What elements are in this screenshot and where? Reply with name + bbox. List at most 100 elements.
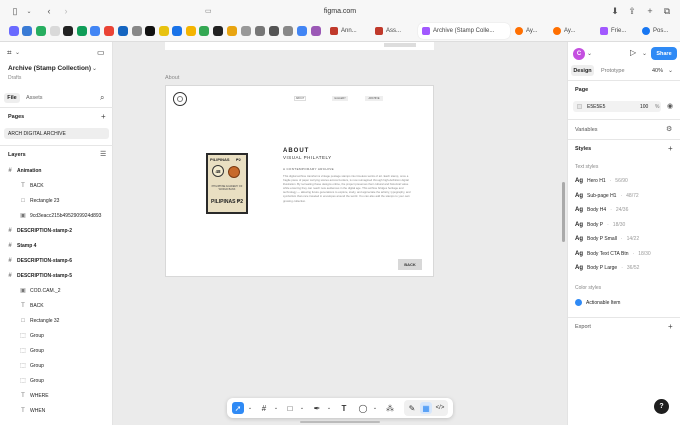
share-button[interactable]: Share: [651, 47, 677, 60]
about-frame[interactable]: ABOUT GALLERY ARCHIVE PILIPINAS ₱2 48 PH…: [165, 85, 434, 277]
layer-item[interactable]: # DESCRIPTION-stamp-2: [7, 225, 72, 237]
canvas[interactable]: About ABOUT GALLERY ARCHIVE PILIPINAS ₱2…: [113, 42, 567, 425]
tab-frie[interactable]: Frie...: [600, 23, 634, 39]
move-tool-icon[interactable]: ➚: [232, 402, 244, 414]
layer-item[interactable]: T WHEN: [20, 405, 45, 417]
page-settings-icon[interactable]: ▭: [205, 7, 212, 15]
forward-icon[interactable]: ›: [59, 4, 73, 18]
chevron-down-icon[interactable]: ⌄: [668, 67, 673, 74]
text-style-item[interactable]: Ag Body P · 18/30: [575, 222, 625, 228]
pinned-tab-icon[interactable]: [255, 26, 265, 36]
chevron-down-icon[interactable]: ⌄: [15, 49, 20, 56]
pen-tool-icon[interactable]: ✒: [311, 402, 323, 414]
nav-gallery[interactable]: GALLERY: [332, 96, 348, 101]
layer-item[interactable]: ▣ COD.CAM._2: [20, 285, 60, 297]
add-export-icon[interactable]: +: [668, 322, 673, 331]
layer-item[interactable]: T BACK: [20, 180, 43, 192]
sidebar-toggle-icon[interactable]: ▯: [8, 4, 22, 18]
pinned-tab-icon[interactable]: [63, 26, 73, 36]
pinned-tab-icon[interactable]: [132, 26, 142, 36]
chevron-down-icon[interactable]: ⌄: [369, 402, 381, 414]
page-item-selected[interactable]: ARCH DIGITAL ARCHIVE: [4, 128, 109, 139]
tab-ay-1[interactable]: Ay...: [515, 23, 547, 39]
pinned-tab-icon[interactable]: [50, 26, 60, 36]
color-swatch[interactable]: [577, 104, 582, 109]
file-title[interactable]: Archive (Stamp Collection): [8, 65, 91, 72]
canvas-scrollbar[interactable]: [562, 182, 565, 242]
frame-tool-icon[interactable]: #: [258, 402, 270, 414]
pinned-tab-icon[interactable]: [104, 26, 114, 36]
layer-item[interactable]: □ Rectangle 23: [20, 195, 59, 207]
layer-item[interactable]: T BACK: [20, 300, 43, 312]
tab-file[interactable]: File: [4, 93, 20, 103]
chevron-down-icon[interactable]: ⌄: [323, 402, 335, 414]
chevron-down-icon[interactable]: ⌄: [642, 50, 647, 57]
nav-archive[interactable]: ARCHIVE: [365, 96, 383, 101]
layers-options-icon[interactable]: ☰: [100, 150, 106, 158]
variables-settings-icon[interactable]: ⚙: [666, 125, 672, 133]
pinned-tab-icon[interactable]: [36, 26, 46, 36]
eye-icon[interactable]: ◉: [667, 102, 673, 110]
actions-tool-icon[interactable]: ⁂: [384, 402, 396, 414]
text-style-item[interactable]: Ag Sub-page H1 · 48/72: [575, 193, 639, 199]
address-bar[interactable]: ▭ figma.com: [205, 5, 475, 17]
search-icon[interactable]: ⌕: [100, 93, 104, 103]
add-page-icon[interactable]: +: [101, 112, 106, 121]
dev-mode-icon[interactable]: </>: [434, 402, 446, 414]
tab-ass[interactable]: Ass...: [375, 23, 415, 39]
layer-item[interactable]: # DESCRIPTION-stamp-6: [7, 255, 72, 267]
pinned-tab-icon[interactable]: [241, 26, 251, 36]
pinned-tab-icon[interactable]: [159, 26, 169, 36]
chevron-down-icon[interactable]: ⌄: [587, 50, 592, 57]
pinned-tab-icon[interactable]: [9, 26, 19, 36]
text-style-item[interactable]: Ag Body H4 · 24/36: [575, 207, 628, 213]
page-opacity-value[interactable]: 100: [640, 104, 648, 110]
pinned-tab-icon[interactable]: [227, 26, 237, 36]
page-color-field[interactable]: E5E5E5 100 %: [573, 101, 661, 112]
pinned-tab-icon[interactable]: [283, 26, 293, 36]
tab-ann[interactable]: Ann...: [330, 23, 370, 39]
text-style-item[interactable]: Ag Hero H1 · 56/90: [575, 178, 628, 184]
pinned-tab-icon[interactable]: [90, 26, 100, 36]
frame-above[interactable]: [165, 42, 434, 50]
text-style-item[interactable]: Ag Body P Small · 14/22: [575, 236, 639, 242]
pinned-tab-icon[interactable]: [118, 26, 128, 36]
pinned-tab-icon[interactable]: [77, 26, 87, 36]
tab-design[interactable]: Design: [571, 65, 594, 76]
download-icon[interactable]: ⬇: [608, 4, 622, 18]
page-color-value[interactable]: E5E5E5: [587, 104, 605, 110]
back-button[interactable]: BACK: [398, 259, 422, 270]
tab-assets[interactable]: Assets: [26, 95, 43, 101]
tab-archive[interactable]: Archive (Stamp Colle...: [418, 23, 510, 39]
text-style-item[interactable]: Ag Body Text CTA Btn · 18/30: [575, 251, 651, 257]
panel-toggle-icon[interactable]: ▭: [97, 48, 105, 57]
layer-item[interactable]: # DESCRIPTION-stamp-5: [7, 270, 72, 282]
color-style-item[interactable]: Actionable Item: [575, 299, 620, 306]
figma-menu-icon[interactable]: ⌗: [7, 48, 12, 58]
new-tab-icon[interactable]: +: [643, 4, 657, 18]
tab-ay-2[interactable]: Ay...: [553, 23, 585, 39]
avatar[interactable]: C: [573, 48, 585, 60]
chevron-down-icon[interactable]: ⌄: [244, 402, 256, 414]
present-icon[interactable]: ▷: [630, 48, 636, 57]
pinned-tab-icon[interactable]: [213, 26, 223, 36]
chevron-down-icon[interactable]: ⌄: [270, 402, 282, 414]
layer-item[interactable]: ⬚ Group: [20, 375, 44, 387]
pinned-tab-icon[interactable]: [311, 26, 321, 36]
layer-item[interactable]: ▣ 9cd3eacc215b4952909924d893: [20, 210, 101, 222]
layer-item[interactable]: # Animation: [7, 165, 41, 177]
draw-mode-icon[interactable]: ✎: [406, 402, 418, 414]
rectangle-tool-icon[interactable]: □: [284, 402, 296, 414]
add-style-icon[interactable]: +: [668, 144, 673, 153]
chevron-down-icon[interactable]: ⌄: [296, 402, 308, 414]
export-heading[interactable]: Export: [575, 324, 591, 330]
pinned-tab-icon[interactable]: [22, 26, 32, 36]
pinned-tab-icon[interactable]: [269, 26, 279, 36]
layer-item[interactable]: # Stamp 4: [7, 240, 36, 252]
pinned-tab-icon[interactable]: [145, 26, 155, 36]
chevron-down-icon[interactable]: ⌄: [92, 65, 97, 72]
pinned-tab-icon[interactable]: [297, 26, 307, 36]
layer-item[interactable]: ⬚ Group: [20, 330, 44, 342]
layer-item[interactable]: □ Rectangle 32: [20, 315, 59, 327]
back-icon[interactable]: ‹: [42, 4, 56, 18]
